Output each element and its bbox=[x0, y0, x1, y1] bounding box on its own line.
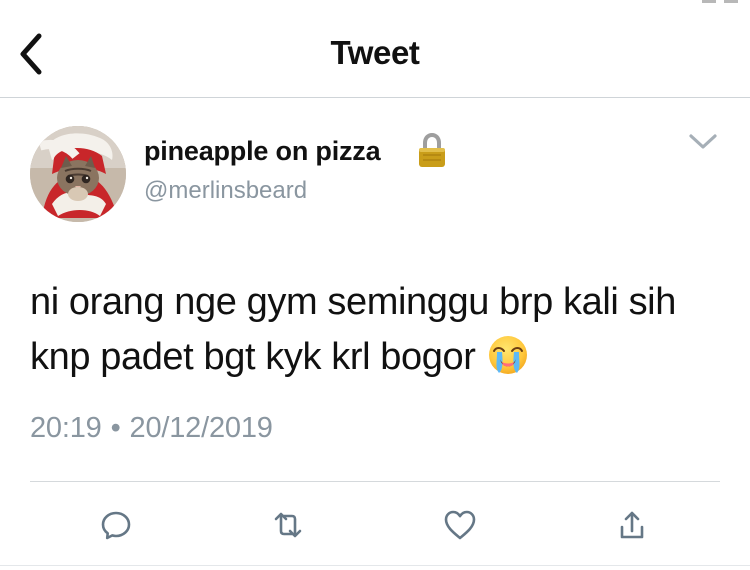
tweet-date: 20/12/2019 bbox=[129, 412, 273, 444]
share-icon bbox=[620, 511, 644, 539]
like-button[interactable] bbox=[440, 505, 480, 545]
username[interactable]: @merlinsbeard bbox=[144, 177, 307, 205]
tweet-timestamp: 20:19 • 20/12/2019 bbox=[30, 412, 273, 445]
heart-icon bbox=[444, 510, 476, 540]
retweet-icon bbox=[274, 512, 302, 538]
bottom-divider bbox=[0, 565, 750, 566]
tweet-body: ni orang nge gym seminggu brp kali sih k… bbox=[30, 281, 676, 378]
navigation-header: Tweet bbox=[0, 0, 750, 98]
tweet-actions bbox=[0, 495, 750, 557]
share-button[interactable] bbox=[612, 505, 652, 545]
reply-button[interactable] bbox=[96, 505, 136, 545]
timestamp-separator: • bbox=[110, 412, 121, 444]
lock-icon bbox=[419, 133, 445, 167]
tweet-time: 20:19 bbox=[30, 412, 102, 444]
tweet-text: ni orang nge gym seminggu brp kali sih k… bbox=[30, 275, 720, 385]
cat-avatar-image bbox=[30, 126, 126, 222]
chevron-down-icon[interactable] bbox=[684, 126, 722, 156]
avatar[interactable] bbox=[30, 126, 126, 222]
action-divider bbox=[30, 481, 720, 482]
reply-icon bbox=[101, 511, 131, 540]
tweet-author-row: pineapple on pizza @merlinsbeard bbox=[30, 126, 730, 226]
tweet-detail-screen: Tweet pineapple on pizza @merlinsbeard n… bbox=[0, 0, 750, 570]
retweet-button[interactable] bbox=[268, 505, 308, 545]
display-name[interactable]: pineapple on pizza bbox=[144, 136, 381, 167]
loudly-crying-face-emoji-icon bbox=[489, 336, 528, 374]
page-title: Tweet bbox=[330, 34, 420, 71]
